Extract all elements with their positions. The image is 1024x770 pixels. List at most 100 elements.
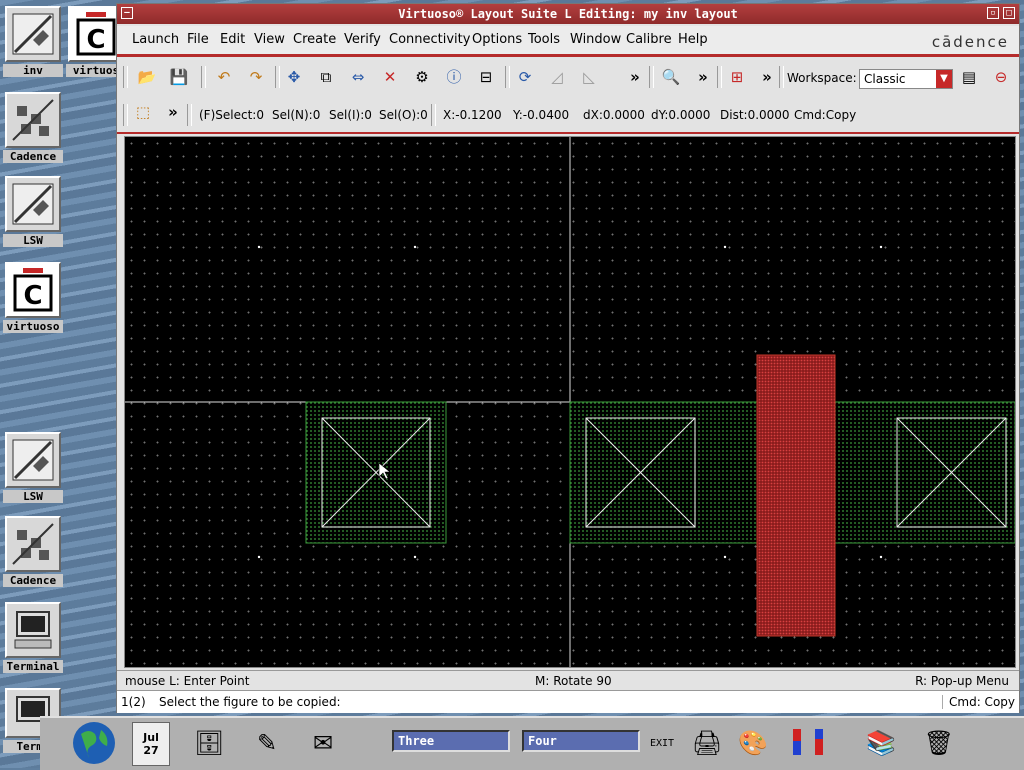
layout-icon <box>5 6 61 62</box>
prompt-cmd: Cmd: Copy <box>942 695 1015 709</box>
menu-create[interactable]: Create <box>293 32 336 47</box>
more-tools-chevron-icon[interactable]: » <box>625 67 645 87</box>
measure-icon[interactable]: ◺ <box>579 67 599 87</box>
workspace-label: Workspace: <box>787 71 857 85</box>
file-cabinet-icon[interactable]: 🗄 <box>188 722 230 764</box>
align-icon[interactable]: ⊟ <box>476 67 496 87</box>
desktop-icon-inv[interactable]: inv <box>3 6 63 77</box>
menu-help[interactable]: Help <box>678 32 708 47</box>
sel-n-count: Sel(N):0 <box>272 108 321 122</box>
calendar-day: 27 <box>143 744 159 757</box>
exit-button[interactable]: EXIT <box>650 738 674 749</box>
cursor-y: Y:-0.0400 <box>513 108 570 122</box>
mail-icon[interactable]: ✉ <box>302 722 344 764</box>
more-zoom-chevron-icon[interactable]: » <box>693 67 713 87</box>
desktop-icon-virtuoso-2[interactable]: C virtuoso <box>3 262 63 333</box>
desktop-icon-terminal-1[interactable]: Terminal <box>3 602 63 673</box>
layout-canvas[interactable] <box>124 136 1016 668</box>
menu-view[interactable]: View <box>254 32 285 47</box>
minimize-icon[interactable]: ▫ <box>987 7 999 19</box>
desktop-icon-cadence-1[interactable]: Cadence <box>3 92 63 163</box>
menu-edit[interactable]: Edit <box>220 32 245 47</box>
virtuoso-layout-window: – Virtuoso® Layout Suite L Editing: my i… <box>116 3 1020 713</box>
menu-launch[interactable]: Launch <box>132 32 179 47</box>
redo-icon[interactable]: ↷ <box>246 67 266 87</box>
taskbar: Jul 27 🗄 ✎ ✉ Three Four EXIT 🖨 🎨 📚 🗑 <box>40 716 1024 770</box>
sel-i-count: Sel(I):0 <box>329 108 372 122</box>
menu-verify[interactable]: Verify <box>344 32 381 47</box>
stretch-icon[interactable]: ⇔ <box>348 67 368 87</box>
desk-four-button[interactable]: Four <box>522 730 640 752</box>
desktop-icon-label: LSW <box>3 234 63 247</box>
desk-three-button[interactable]: Three <box>392 730 510 752</box>
sel-o-count: Sel(O):0 <box>379 108 428 122</box>
toolbar-separator <box>275 66 280 88</box>
undo-icon[interactable]: ↶ <box>214 67 234 87</box>
layout-drawing <box>125 137 1015 667</box>
desktop-icon-lsw-2[interactable]: LSW <box>3 432 63 503</box>
desktop-icon-label: Cadence <box>3 150 63 163</box>
ruler-icon[interactable]: ◿ <box>547 67 567 87</box>
cadence-icon <box>5 516 61 572</box>
desktop-icon-lsw-1[interactable]: LSW <box>3 176 63 247</box>
help-manual-icon[interactable]: 📚 <box>860 722 902 764</box>
menu-window[interactable]: Window <box>570 32 621 47</box>
desktop-icon-label: LSW <box>3 490 63 503</box>
chevron-down-icon[interactable]: ▼ <box>936 70 952 88</box>
toolbar-separator <box>187 104 192 126</box>
toolbar-separator <box>123 104 128 126</box>
toolbar-separator <box>779 66 784 88</box>
desktop-icon-cadence-2[interactable]: Cadence <box>3 516 63 587</box>
properties-icon[interactable]: ⚙ <box>412 67 432 87</box>
title-bar[interactable]: – Virtuoso® Layout Suite L Editing: my i… <box>117 4 1019 24</box>
prompt-index: 1(2) <box>121 695 146 709</box>
copy-icon[interactable]: ⧉ <box>316 67 336 87</box>
terminal-icon <box>5 602 61 658</box>
zoom-icon[interactable]: 🔍 <box>661 67 681 87</box>
desktop-icon-label: Cadence <box>3 574 63 587</box>
calendar-icon[interactable]: Jul 27 <box>132 722 170 766</box>
prompt-bar: 1(2) Select the figure to be copied: Cmd… <box>117 690 1019 713</box>
workspace-save-icon[interactable]: ▤ <box>959 67 979 87</box>
color-settings-icon[interactable] <box>790 722 832 764</box>
lsw-icon <box>5 432 61 488</box>
more-create-chevron-icon[interactable]: » <box>757 67 777 87</box>
create-instance-icon[interactable]: ⊞ <box>727 67 747 87</box>
cadence-logo: cādence <box>931 33 1009 51</box>
open-folder-icon[interactable]: 📂 <box>137 67 157 87</box>
move-icon[interactable]: ✥ <box>284 67 304 87</box>
toolbar-separator <box>649 66 654 88</box>
toolbar-separator <box>505 66 510 88</box>
info-icon[interactable]: ⓘ <box>444 67 464 87</box>
distance: Dist:0.0000 <box>720 108 790 122</box>
maximize-icon[interactable]: □ <box>1003 7 1015 19</box>
svg-text:C: C <box>86 25 105 55</box>
toolbar-separator <box>123 66 128 88</box>
window-title: Virtuoso® Layout Suite L Editing: my inv… <box>398 7 738 21</box>
menu-options[interactable]: Options <box>472 32 522 47</box>
menu-connectivity[interactable]: Connectivity <box>389 32 470 47</box>
printer-icon[interactable]: 🖨 <box>686 722 728 764</box>
style-manager-icon[interactable]: 🎨 <box>732 722 774 764</box>
more-select-chevron-icon[interactable]: » <box>163 102 183 122</box>
menu-file[interactable]: File <box>187 32 209 47</box>
menu-calibre[interactable]: Calibre <box>626 32 672 47</box>
workspace-value: Classic <box>864 72 906 86</box>
trash-icon[interactable]: 🗑 <box>918 722 960 764</box>
delete-icon[interactable]: ✕ <box>380 67 400 87</box>
workspace-delete-icon[interactable]: ⊖ <box>991 67 1011 87</box>
menu-tools[interactable]: Tools <box>528 32 560 47</box>
status-toolbar: ⬚ » (F)Select:0 Sel(N):0 Sel(I):0 Sel(O)… <box>117 96 1019 134</box>
poly-gate[interactable] <box>756 354 836 637</box>
globe-icon[interactable] <box>68 722 120 764</box>
mouse-right-hint: R: Pop-up Menu <box>915 674 1009 688</box>
main-toolbar: 📂 💾 ↶ ↷ ✥ ⧉ ⇔ ✕ ⚙ ⓘ ⊟ ⟳ ◿ ◺ » 🔍 » ⊞ » Wo… <box>117 58 1019 97</box>
rotate-icon[interactable]: ⟳ <box>515 67 535 87</box>
calendar-month: Jul <box>143 731 159 744</box>
text-editor-icon[interactable]: ✎ <box>246 722 288 764</box>
select-mode-icon[interactable]: ⬚ <box>133 102 153 122</box>
virtuoso-c-icon: C <box>5 262 61 318</box>
menu-bar: Launch File Edit View Create Verify Conn… <box>117 26 1019 57</box>
save-icon[interactable]: 💾 <box>169 67 189 87</box>
workspace-select[interactable]: Classic ▼ <box>859 69 953 89</box>
